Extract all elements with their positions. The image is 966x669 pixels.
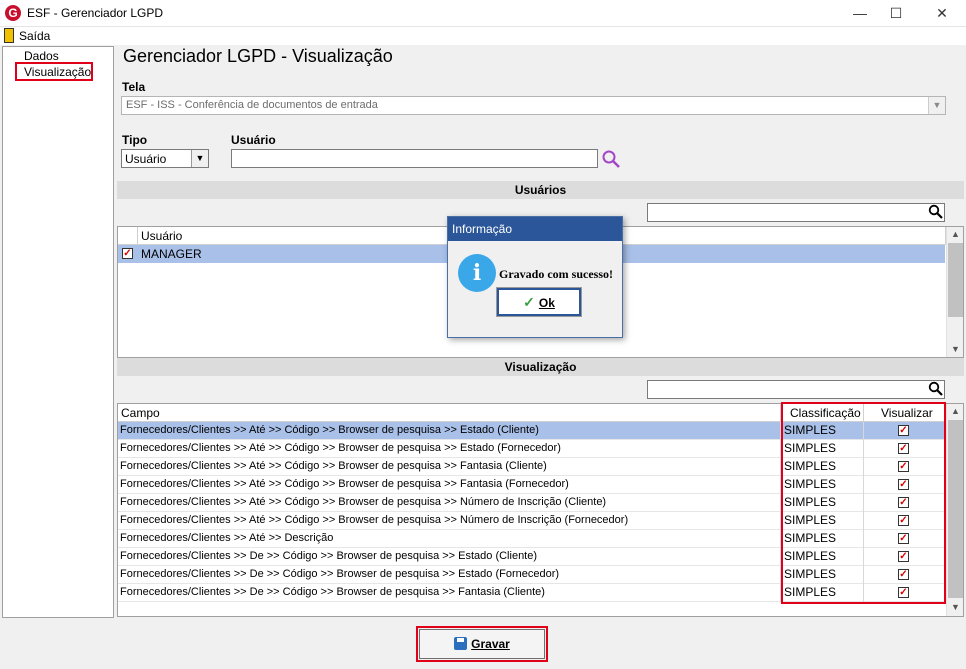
chevron-down-icon[interactable]: ▼	[928, 97, 945, 114]
campo-cell: Fornecedores/Clientes >> Até >> Código >…	[120, 460, 547, 472]
campo-cell: Fornecedores/Clientes >> Até >> Descriçã…	[120, 532, 334, 544]
save-button[interactable]: Gravar	[416, 626, 548, 662]
scroll-up-icon[interactable]: ▲	[947, 404, 964, 418]
tipo-label: Tipo	[122, 133, 148, 147]
view-section-header: Visualização	[117, 358, 964, 376]
users-section-header: Usuários	[117, 181, 964, 199]
users-search-input[interactable]	[647, 203, 945, 222]
close-button[interactable]: ✕	[922, 0, 962, 27]
search-icon[interactable]	[928, 204, 944, 220]
scroll-thumb[interactable]	[948, 243, 963, 317]
scroll-thumb[interactable]	[948, 420, 963, 598]
dialog-message: Gravado com sucesso!	[499, 267, 613, 281]
info-icon: i	[458, 254, 496, 292]
maximize-button[interactable]: ☐	[876, 0, 916, 27]
tree-item-dados[interactable]: Dados	[24, 49, 59, 63]
tela-label: Tela	[122, 80, 146, 94]
campo-column-header[interactable]: Campo	[118, 404, 781, 422]
users-grid-corner	[118, 227, 138, 245]
scroll-down-icon[interactable]: ▼	[947, 600, 964, 614]
users-scrollbar[interactable]: ▲ ▼	[946, 227, 963, 357]
scroll-up-icon[interactable]: ▲	[947, 227, 964, 241]
campo-cell: Fornecedores/Clientes >> Até >> Código >…	[120, 424, 539, 436]
search-icon[interactable]	[601, 149, 621, 169]
search-icon[interactable]	[928, 381, 944, 397]
menu-item-exit[interactable]: Saída	[19, 29, 50, 43]
app-logo-icon: G	[5, 5, 21, 21]
tree-selection-highlight	[15, 62, 93, 81]
save-button-label: Gravar	[471, 637, 510, 651]
view-search-input[interactable]	[647, 380, 945, 399]
scroll-down-icon[interactable]: ▼	[947, 342, 964, 356]
ok-button-label: Ok	[538, 296, 555, 310]
ok-button[interactable]: ✓ Ok	[496, 287, 582, 317]
dialog-title: Informação	[448, 217, 622, 241]
campo-cell: Fornecedores/Clientes >> Até >> Código >…	[120, 442, 561, 454]
chevron-down-icon[interactable]: ▼	[191, 150, 208, 167]
campo-cell: Fornecedores/Clientes >> De >> Código >>…	[120, 550, 538, 562]
checkmark-icon: ✓	[523, 294, 535, 310]
usuario-input[interactable]	[231, 149, 598, 168]
user-checkbox[interactable]: ✓	[122, 248, 133, 259]
tela-select[interactable]: ESF - ISS - Conferência de documentos de…	[121, 96, 946, 115]
user-name: MANAGER	[141, 247, 202, 261]
floppy-disk-icon	[454, 637, 468, 650]
menu-bar	[0, 27, 966, 45]
campo-cell: Fornecedores/Clientes >> De >> Código >>…	[120, 568, 560, 580]
navigation-tree	[2, 46, 114, 618]
exit-door-icon[interactable]	[4, 28, 14, 43]
usuario-label: Usuário	[231, 133, 276, 147]
campo-cell: Fornecedores/Clientes >> De >> Código >>…	[120, 586, 545, 598]
info-dialog: Informação i Gravado com sucesso! ✓ Ok	[447, 216, 623, 338]
campo-cell: Fornecedores/Clientes >> Até >> Código >…	[120, 478, 569, 490]
campo-cell: Fornecedores/Clientes >> Até >> Código >…	[120, 514, 629, 526]
minimize-button[interactable]: —	[840, 0, 880, 27]
window-title: ESF - Gerenciador LGPD	[27, 6, 164, 20]
highlight-box-columns	[781, 402, 946, 604]
view-scrollbar[interactable]: ▲ ▼	[946, 404, 963, 616]
campo-cell: Fornecedores/Clientes >> Até >> Código >…	[120, 496, 607, 508]
page-title: Gerenciador LGPD - Visualização	[123, 46, 393, 66]
